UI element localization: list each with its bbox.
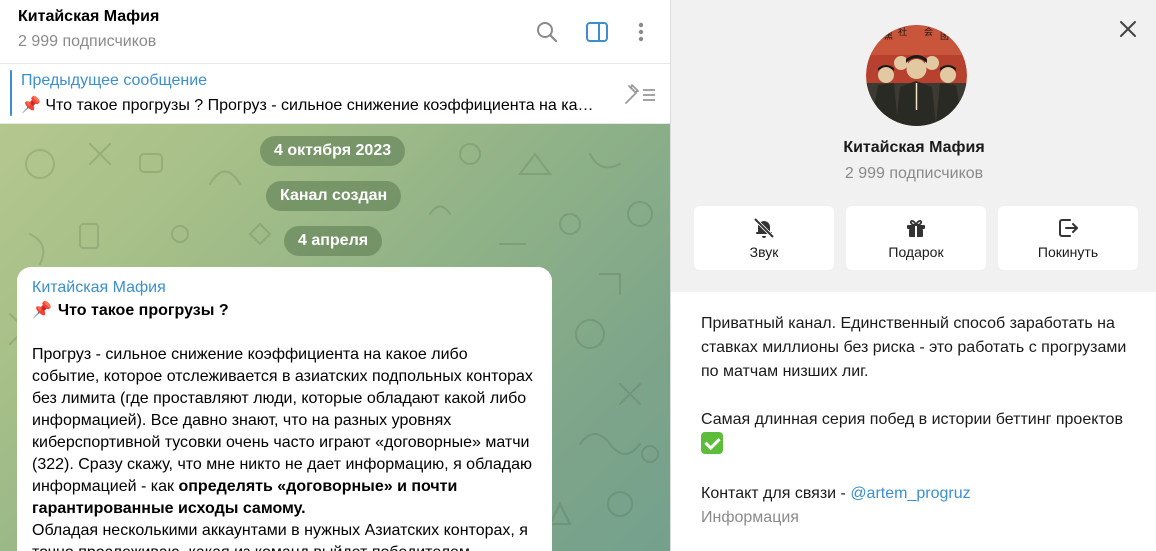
leave-icon	[1059, 219, 1078, 237]
message-author[interactable]: Китайская Мафия	[32, 278, 537, 298]
profile-subscriber-count: 2 999 подписчиков	[844, 165, 984, 182]
svg-text:黑: 黑	[884, 31, 893, 42]
close-icon[interactable]	[1115, 16, 1141, 42]
svg-text:会: 会	[924, 26, 933, 38]
sidebar-toggle-icon[interactable]	[581, 16, 613, 48]
svg-text:社: 社	[898, 26, 907, 38]
description-paragraph: Самая длинная серия побед в истории бетт…	[701, 408, 1127, 458]
svg-text:团: 团	[940, 31, 949, 42]
check-mark-icon	[701, 432, 723, 454]
pinned-list-icon[interactable]	[620, 78, 660, 110]
channel-info-panel: 黑社 会团 Китайская Мафия 2 999 подписчиков З…	[670, 0, 1156, 551]
description-paragraph: Приватный канал. Единственный способ зар…	[701, 315, 1127, 380]
pinned-text: 📌 Что такое прогрузы ? Прогруз - сильное…	[21, 97, 596, 114]
channel-avatar[interactable]: 黑社 会团	[866, 25, 967, 126]
leave-button-label: Покинуть	[1037, 244, 1099, 260]
chat-title[interactable]: Китайская Мафия	[18, 8, 159, 26]
message-paragraph: Обладая несколькими аккаунтами в нужных …	[32, 522, 528, 551]
mute-button[interactable]: Звук	[694, 206, 834, 270]
contact-line: Контакт для связи - @artem_progruz	[701, 485, 971, 502]
bell-off-icon	[753, 217, 775, 239]
pinned-accent-bar	[10, 70, 12, 116]
chat-header[interactable]: Китайская Мафия 2 999 подписчиков	[0, 0, 670, 64]
date-separator: 4 апреля	[284, 226, 383, 256]
message-body: Прогруз - сильное снижение коэффициента …	[32, 344, 537, 551]
message-paragraph: Прогруз - сильное снижение коэффициента …	[32, 346, 533, 495]
gift-icon	[907, 220, 925, 237]
chat-pane: Китайская Мафия 2 999 подписчиков Предыд…	[0, 0, 670, 551]
search-icon[interactable]	[531, 16, 563, 48]
chat-subscriber-count: 2 999 подписчиков	[18, 33, 157, 50]
more-vertical-icon[interactable]	[625, 16, 657, 48]
pinned-message[interactable]: Предыдущее сообщение 📌 Что такое прогруз…	[0, 64, 670, 124]
message-heading: 📌 Что такое прогрузы ?	[32, 300, 537, 322]
gift-button[interactable]: Подарок	[846, 206, 986, 270]
leave-button[interactable]: Покинуть	[998, 206, 1138, 270]
pinned-title: Предыдущее сообщение	[21, 72, 208, 89]
service-message: Канал создан	[266, 181, 402, 211]
channel-description: Приватный канал. Единственный способ зар…	[671, 292, 1156, 551]
contact-link[interactable]: @artem_progruz	[850, 485, 970, 502]
info-label: Информация	[701, 509, 799, 526]
message-heading-text: Что такое прогрузы ?	[57, 302, 229, 319]
mute-button-label: Звук	[749, 244, 779, 260]
pushpin-icon: 📌	[32, 302, 52, 319]
message-bubble[interactable]: Китайская Мафия 📌 Что такое прогрузы ? П…	[17, 267, 552, 551]
gift-button-label: Подарок	[888, 244, 944, 260]
profile-name: Китайская Мафия	[843, 139, 985, 156]
profile-header: 黑社 会团 Китайская Мафия 2 999 подписчиков З…	[671, 0, 1156, 290]
date-separator: 4 октября 2023	[260, 136, 406, 166]
